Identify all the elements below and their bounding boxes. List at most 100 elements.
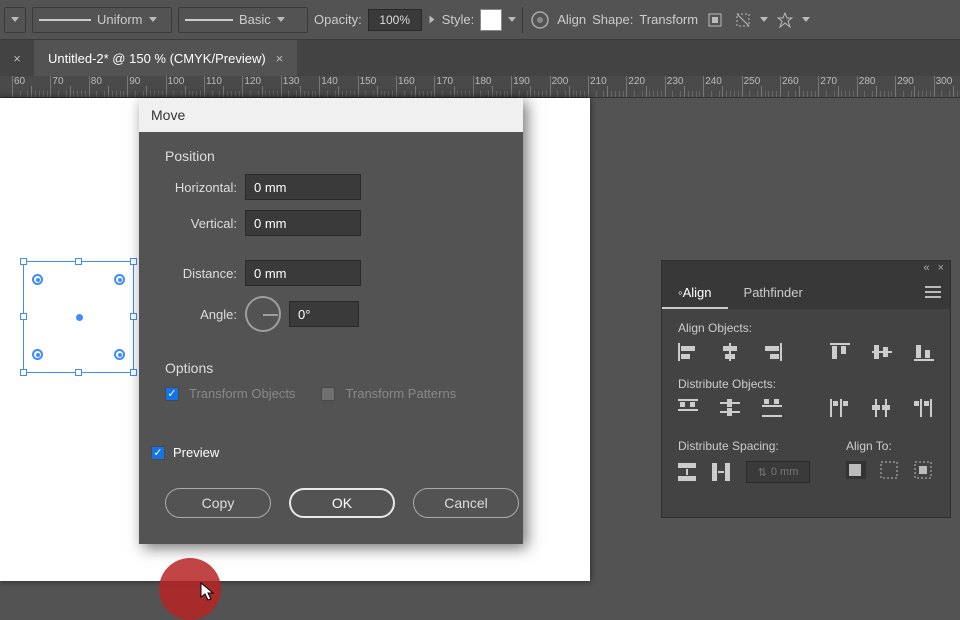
distribute-hcenter-icon[interactable] [872,399,892,417]
anchor-point[interactable] [32,349,43,360]
handle-w[interactable] [20,313,27,320]
distribute-right-icon[interactable] [914,399,934,417]
handle-sw[interactable] [20,369,27,376]
panel-menu-icon[interactable] [916,275,950,309]
panel-tab-bar: ◦ Align Pathfinder [662,275,950,309]
anchor-point[interactable] [32,274,43,285]
highlight-hotspot [159,558,221,620]
prev-tab-close-icon[interactable]: × [0,40,34,76]
collapse-icon[interactable]: « [923,262,929,274]
tab-align-label: Align [683,285,712,300]
align-hcenter-icon[interactable] [720,343,740,361]
handle-n[interactable] [75,258,82,265]
align-to-label: Align To: [846,439,934,453]
opacity-input[interactable]: 100% [368,9,422,31]
align-to-artboard-icon[interactable] [846,461,866,479]
edit-clip-icon[interactable] [732,9,754,31]
transform-patterns-label: Transform Patterns [345,386,456,401]
handle-s[interactable] [75,369,82,376]
distribute-objects-label: Distribute Objects: [678,377,934,391]
angle-indicator [263,314,278,316]
chevron-right-icon[interactable] [429,16,434,24]
handle-se[interactable] [130,369,137,376]
distribute-vcenter-icon[interactable] [720,399,740,417]
document-tab[interactable]: Untitled-2* @ 150 % (CMYK/Preview) × [34,40,297,76]
divider [522,7,523,33]
anchor-point[interactable] [114,274,125,285]
line-icon [185,19,233,21]
move-dialog: Move Position Horizontal: Vertical: Dist… [139,98,523,544]
dialog-title[interactable]: Move [139,98,523,132]
preview-label: Preview [173,445,219,460]
distribute-spacing-label: Distribute Spacing: [678,439,810,453]
handle-nw[interactable] [20,258,27,265]
transform-objects-checkbox[interactable]: ✓ [165,387,179,401]
angle-wheel[interactable] [245,296,281,332]
shape-label: Shape: [592,12,633,27]
align-label[interactable]: Align [557,12,586,27]
angle-input[interactable] [289,301,359,327]
horizontal-label: Horizontal: [165,180,237,195]
document-tab-title: Untitled-2* @ 150 % (CMYK/Preview) [48,51,266,66]
distribute-top-icon[interactable] [678,399,698,417]
panel-header[interactable]: « × [662,261,950,275]
align-right-icon[interactable] [762,343,782,361]
close-icon[interactable]: × [938,262,944,274]
chevron-down-icon[interactable] [760,17,768,22]
stroke-color-dropdown[interactable] [4,7,26,33]
selection-box[interactable] [23,261,134,373]
tab-align[interactable]: ◦ Align [662,275,728,309]
canvas-area: Move Position Horizontal: Vertical: Dist… [0,98,960,581]
close-icon[interactable]: × [276,51,284,66]
document-tab-bar: × Untitled-2* @ 150 % (CMYK/Preview) × [0,40,960,76]
stroke-profile-dropdown[interactable]: Uniform [32,7,172,33]
cancel-button[interactable]: Cancel [413,488,519,518]
distribute-left-icon[interactable] [830,399,850,417]
brush-profile-label: Basic [239,12,271,27]
chevron-down-icon [149,17,157,22]
vertical-label: Vertical: [165,216,237,231]
line-icon [39,19,91,21]
transform-label[interactable]: Transform [639,12,698,27]
handle-ne[interactable] [130,258,137,265]
spacing-value: 0 mm [771,466,799,478]
align-left-icon[interactable] [678,343,698,361]
vertical-input[interactable] [245,210,361,236]
distribute-bottom-icon[interactable] [762,399,782,417]
align-to-key-icon[interactable] [914,461,934,479]
center-point[interactable] [76,314,83,321]
chevron-down-icon[interactable] [508,17,516,22]
effects-icon[interactable] [774,9,796,31]
chevron-down-icon [277,17,285,22]
recolor-icon[interactable] [529,9,551,31]
position-section-label: Position [165,148,503,164]
brush-profile-dropdown[interactable]: Basic [178,7,308,33]
copy-button[interactable]: Copy [165,488,271,518]
tab-pathfinder[interactable]: Pathfinder [728,275,819,309]
distance-label: Distance: [165,266,237,281]
top-toolbar: Uniform Basic Opacity: 100% Style: Align… [0,0,960,40]
distribute-v-spacing-icon[interactable] [678,463,698,481]
ok-button[interactable]: OK [289,488,395,518]
align-to-selection-icon[interactable] [880,461,900,479]
horizontal-input[interactable] [245,174,361,200]
opacity-label: Opacity: [314,12,362,27]
align-bottom-icon[interactable] [914,343,934,361]
transform-patterns-checkbox[interactable] [321,387,335,401]
isolate-group-icon[interactable] [704,9,726,31]
horizontal-ruler: 6070809010011012013014015016017018019020… [0,76,960,98]
preview-checkbox[interactable]: ✓ [151,446,165,460]
distribute-h-spacing-icon[interactable] [712,463,732,481]
spacing-input[interactable]: ⇅0 mm [746,461,810,483]
chevron-down-icon[interactable] [802,17,810,22]
distance-input[interactable] [245,260,361,286]
handle-e[interactable] [130,313,137,320]
stroke-profile-label: Uniform [97,12,143,27]
align-panel: « × ◦ Align Pathfinder Align Objects: [661,260,951,518]
anchor-point[interactable] [114,349,125,360]
align-top-icon[interactable] [830,343,850,361]
style-swatch[interactable] [480,9,502,31]
align-objects-label: Align Objects: [678,321,934,335]
align-vcenter-icon[interactable] [872,343,892,361]
options-section-label: Options [165,360,503,376]
